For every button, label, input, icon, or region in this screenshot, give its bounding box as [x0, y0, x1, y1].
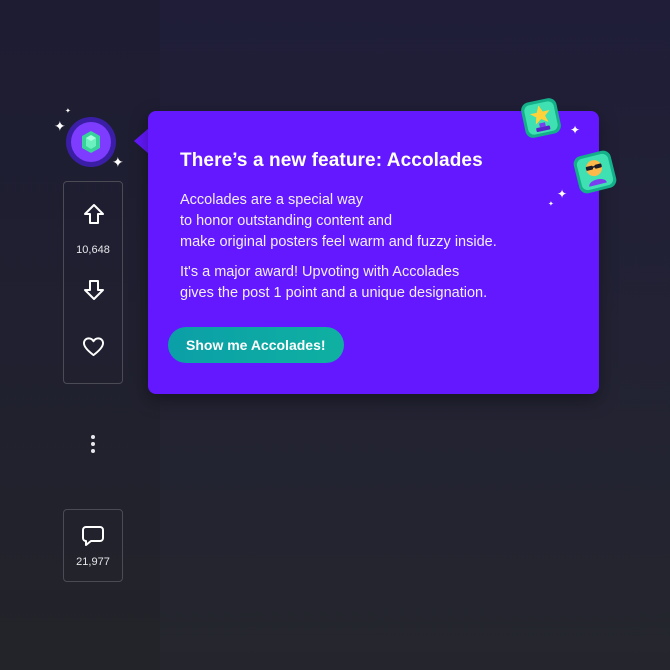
tooltip-pointer: [134, 128, 149, 154]
show-accolades-button[interactable]: Show me Accolades!: [168, 327, 344, 363]
tooltip-line: make original posters feel warm and fuzz…: [180, 234, 497, 250]
accolade-gem-icon: [82, 131, 100, 153]
tooltip-line: gives the post 1 point and a unique desi…: [180, 285, 488, 301]
accolade-badge[interactable]: [66, 117, 120, 171]
tooltip-paragraph-2: It's a major award! Upvoting with Accola…: [180, 262, 580, 304]
vertical-dots-icon[interactable]: [88, 434, 98, 456]
speech-bubble-icon: [82, 526, 104, 546]
tooltip-line: Accolades are a special way: [180, 192, 363, 208]
sparkle-icon: ✦: [548, 201, 554, 208]
downvote-arrow-icon[interactable]: [83, 279, 105, 301]
sunglasses-award-icon: [573, 150, 617, 194]
sparkle-icon: ✦: [54, 118, 66, 134]
tooltip-description: Accolades are a special way to honor out…: [180, 190, 580, 313]
vote-count: 10,648: [76, 244, 110, 256]
comment-button[interactable]: 21,977: [63, 509, 123, 582]
trophy-award-icon: [521, 98, 561, 138]
comment-count: 21,977: [76, 556, 110, 568]
tooltip-line: to honor outstanding content and: [180, 213, 393, 229]
tooltip-line: It's a major award! Upvoting with Accola…: [180, 264, 460, 280]
upvote-arrow-icon[interactable]: [83, 203, 105, 225]
accolades-tooltip: There’s a new feature: Accolades Accolad…: [148, 111, 599, 394]
sparkle-icon: ✦: [570, 123, 581, 137]
sparkle-icon: ✦: [557, 187, 568, 201]
tooltip-title: There’s a new feature: Accolades: [180, 150, 483, 171]
heart-icon[interactable]: [82, 336, 105, 357]
sparkle-icon: ✦: [65, 108, 71, 115]
vote-panel: 10,648: [63, 181, 123, 384]
tooltip-paragraph-1: Accolades are a special way to honor out…: [180, 190, 580, 253]
